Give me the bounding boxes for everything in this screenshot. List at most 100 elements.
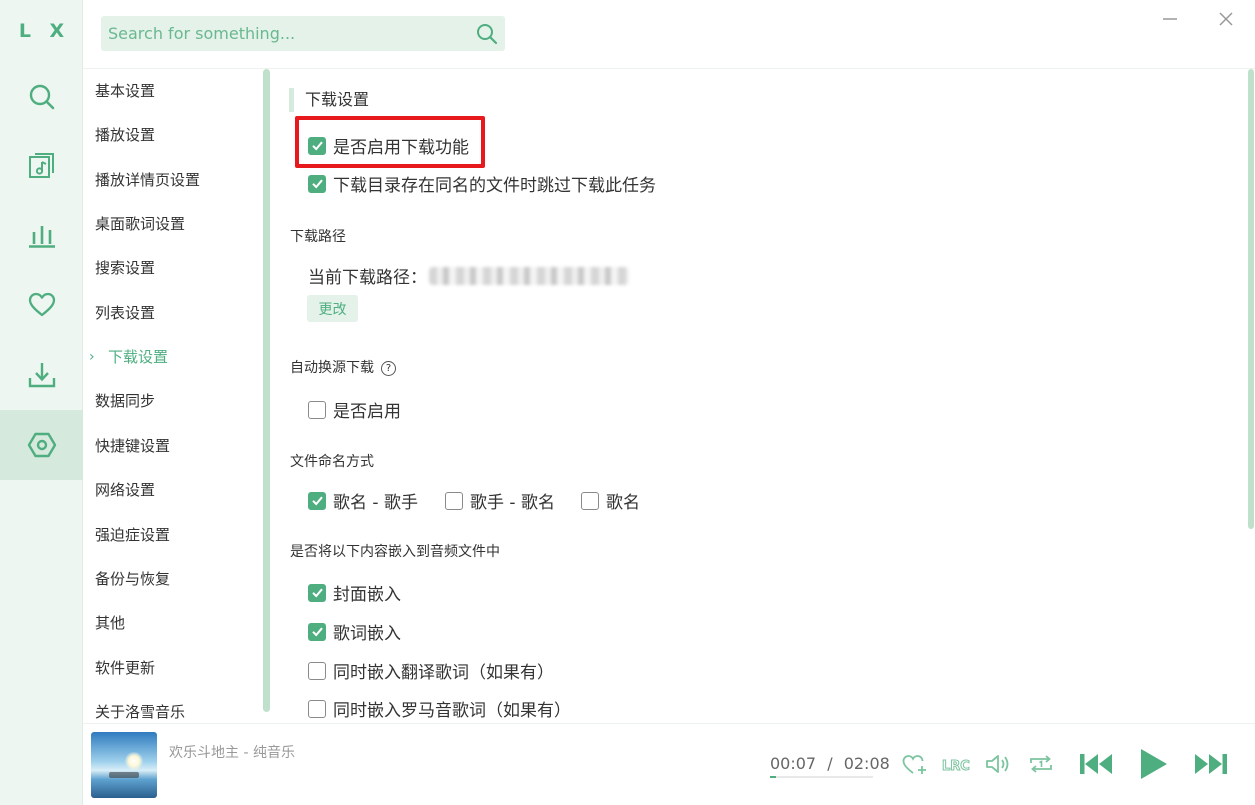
close-button[interactable] xyxy=(1215,8,1237,30)
nav-item-label: 快捷键设置 xyxy=(95,437,171,455)
search-input[interactable] xyxy=(101,16,469,51)
time-display: 00:07 / 02:08 xyxy=(770,754,890,773)
music-list-icon xyxy=(28,153,54,178)
search-icon xyxy=(477,23,498,44)
download-icon xyxy=(28,363,55,388)
section-title-bar xyxy=(289,88,294,112)
option-label: 歌名 - 歌手 xyxy=(333,493,418,513)
checkbox-unchecked xyxy=(308,661,326,680)
option-label: 歌名 xyxy=(606,493,640,513)
nav-item-label: 其他 xyxy=(95,614,126,632)
checkbox-checked xyxy=(308,622,326,641)
close-icon xyxy=(1219,12,1233,26)
checkbox-checked xyxy=(308,583,326,602)
settings-content: 下载设置 是否启用下载功能 下载目录存在同名的文件时跳过下载此任务 下载路径 当… xyxy=(278,69,1240,723)
check-icon xyxy=(311,496,323,506)
rail-favorites[interactable] xyxy=(0,270,83,340)
nav-item-download[interactable]: › 下载设置 xyxy=(89,343,168,371)
play-icon xyxy=(1141,749,1167,779)
auto-switch-label: 自动换源下载? xyxy=(290,357,396,377)
rail-search[interactable] xyxy=(0,62,83,132)
change-path-button[interactable]: 更改 xyxy=(307,295,358,322)
nav-item-other[interactable]: 其他 xyxy=(95,609,125,637)
option-label: 同时嵌入罗马音歌词（如果有） xyxy=(333,701,571,721)
embed-lyric-checkbox[interactable]: 歌词嵌入 xyxy=(308,619,401,644)
total-time: 02:08 xyxy=(843,754,890,773)
search-box xyxy=(101,16,505,51)
skip-next-icon xyxy=(1195,754,1227,774)
nav-item-sync[interactable]: 数据同步 xyxy=(95,387,155,415)
checkbox-unchecked xyxy=(581,491,599,510)
rail-download[interactable] xyxy=(0,340,83,410)
previous-button[interactable] xyxy=(1077,746,1117,782)
settings-nav: 基本设置 播放设置 播放详情页设置 桌面歌词设置 搜索设置 列表设置 › 下载设置… xyxy=(83,69,263,723)
nav-item-label: 基本设置 xyxy=(95,82,156,100)
nav-scrollbar[interactable] xyxy=(263,69,270,712)
play-mode-button[interactable] xyxy=(1026,746,1056,782)
check-icon xyxy=(311,627,323,637)
nav-item-play-detail[interactable]: 播放详情页设置 xyxy=(95,166,200,194)
lrc-icon: LRC xyxy=(942,759,971,775)
nav-item-hotkey[interactable]: 快捷键设置 xyxy=(95,432,170,460)
nav-item-basic[interactable]: 基本设置 xyxy=(95,77,155,105)
embed-romaji-checkbox[interactable]: 同时嵌入罗马音歌词（如果有） xyxy=(308,696,571,721)
nav-item-label: 数据同步 xyxy=(95,392,156,410)
nav-item-backup[interactable]: 备份与恢复 xyxy=(95,565,170,593)
search-icon xyxy=(29,84,54,110)
album-cover[interactable] xyxy=(91,732,157,798)
nav-item-label: 列表设置 xyxy=(95,304,156,322)
nav-item-desktop-lyric[interactable]: 桌面歌词设置 xyxy=(95,210,185,238)
option-label: 封面嵌入 xyxy=(333,585,401,605)
skip-existing-checkbox[interactable]: 下载目录存在同名的文件时跳过下载此任务 xyxy=(308,171,656,196)
nav-item-about[interactable]: 关于洛雪音乐 xyxy=(95,698,185,726)
nav-item-label: 软件更新 xyxy=(95,659,156,677)
play-button[interactable] xyxy=(1135,746,1171,782)
option-label: 同时嵌入翻译歌词（如果有） xyxy=(333,663,554,683)
file-naming-label: 文件命名方式 xyxy=(290,454,374,470)
cover-sun xyxy=(125,752,143,770)
rail-settings[interactable] xyxy=(0,410,83,480)
help-icon[interactable]: ? xyxy=(381,360,396,376)
nav-item-play[interactable]: 播放设置 xyxy=(95,121,155,149)
skip-previous-icon xyxy=(1080,754,1112,774)
embed-cover-checkbox[interactable]: 封面嵌入 xyxy=(308,580,401,605)
rail-song-list[interactable] xyxy=(0,131,83,201)
progress-bar[interactable] xyxy=(770,776,873,778)
embed-label: 是否将以下内容嵌入到音频文件中 xyxy=(290,544,500,560)
nav-item-search[interactable]: 搜索设置 xyxy=(95,254,155,282)
nav-item-list[interactable]: 列表设置 xyxy=(95,299,155,327)
volume-button[interactable] xyxy=(983,746,1013,782)
nav-item-label: 播放详情页设置 xyxy=(95,171,201,189)
rail-leaderboard[interactable] xyxy=(0,200,83,270)
auto-switch-enable-checkbox[interactable]: 是否启用 xyxy=(308,397,401,422)
desktop-lyric-button[interactable]: LRC xyxy=(940,746,972,782)
check-icon xyxy=(311,141,323,151)
option-label: 歌词嵌入 xyxy=(333,624,401,644)
checkbox-checked xyxy=(308,136,326,155)
enable-download-checkbox[interactable]: 是否启用下载功能 xyxy=(308,133,469,158)
next-button[interactable] xyxy=(1190,746,1230,782)
player-bar: 欢乐斗地主 - 纯音乐 00:07 / 02:08 LRC xyxy=(83,723,1255,805)
minimize-button[interactable] xyxy=(1159,8,1181,30)
nav-item-label: 网络设置 xyxy=(95,481,156,499)
nav-item-network[interactable]: 网络设置 xyxy=(95,476,155,504)
nav-item-ocd[interactable]: 强迫症设置 xyxy=(95,521,170,549)
naming-option-singer-song[interactable]: 歌手 - 歌名 xyxy=(445,488,555,513)
section-title-text: 下载设置 xyxy=(305,90,370,109)
nav-item-label: 备份与恢复 xyxy=(95,570,171,588)
nav-item-label: 强迫症设置 xyxy=(95,526,171,544)
settings-hexagon-icon xyxy=(27,432,56,458)
favorite-button[interactable] xyxy=(899,746,929,782)
option-label: 歌手 - 歌名 xyxy=(470,493,555,513)
lrc-text: LRC xyxy=(942,759,970,774)
naming-option-song[interactable]: 歌名 xyxy=(581,488,640,513)
search-button[interactable] xyxy=(469,16,505,51)
side-rail: L X xyxy=(0,0,83,805)
naming-option-song-singer[interactable]: 歌名 - 歌手 xyxy=(308,488,418,513)
check-icon xyxy=(311,588,323,598)
check-icon xyxy=(311,179,323,189)
song-title[interactable]: 欢乐斗地主 - 纯音乐 xyxy=(169,742,295,762)
embed-translation-checkbox[interactable]: 同时嵌入翻译歌词（如果有） xyxy=(308,658,554,683)
content-scrollbar[interactable] xyxy=(1248,69,1254,529)
nav-item-update[interactable]: 软件更新 xyxy=(95,654,155,682)
